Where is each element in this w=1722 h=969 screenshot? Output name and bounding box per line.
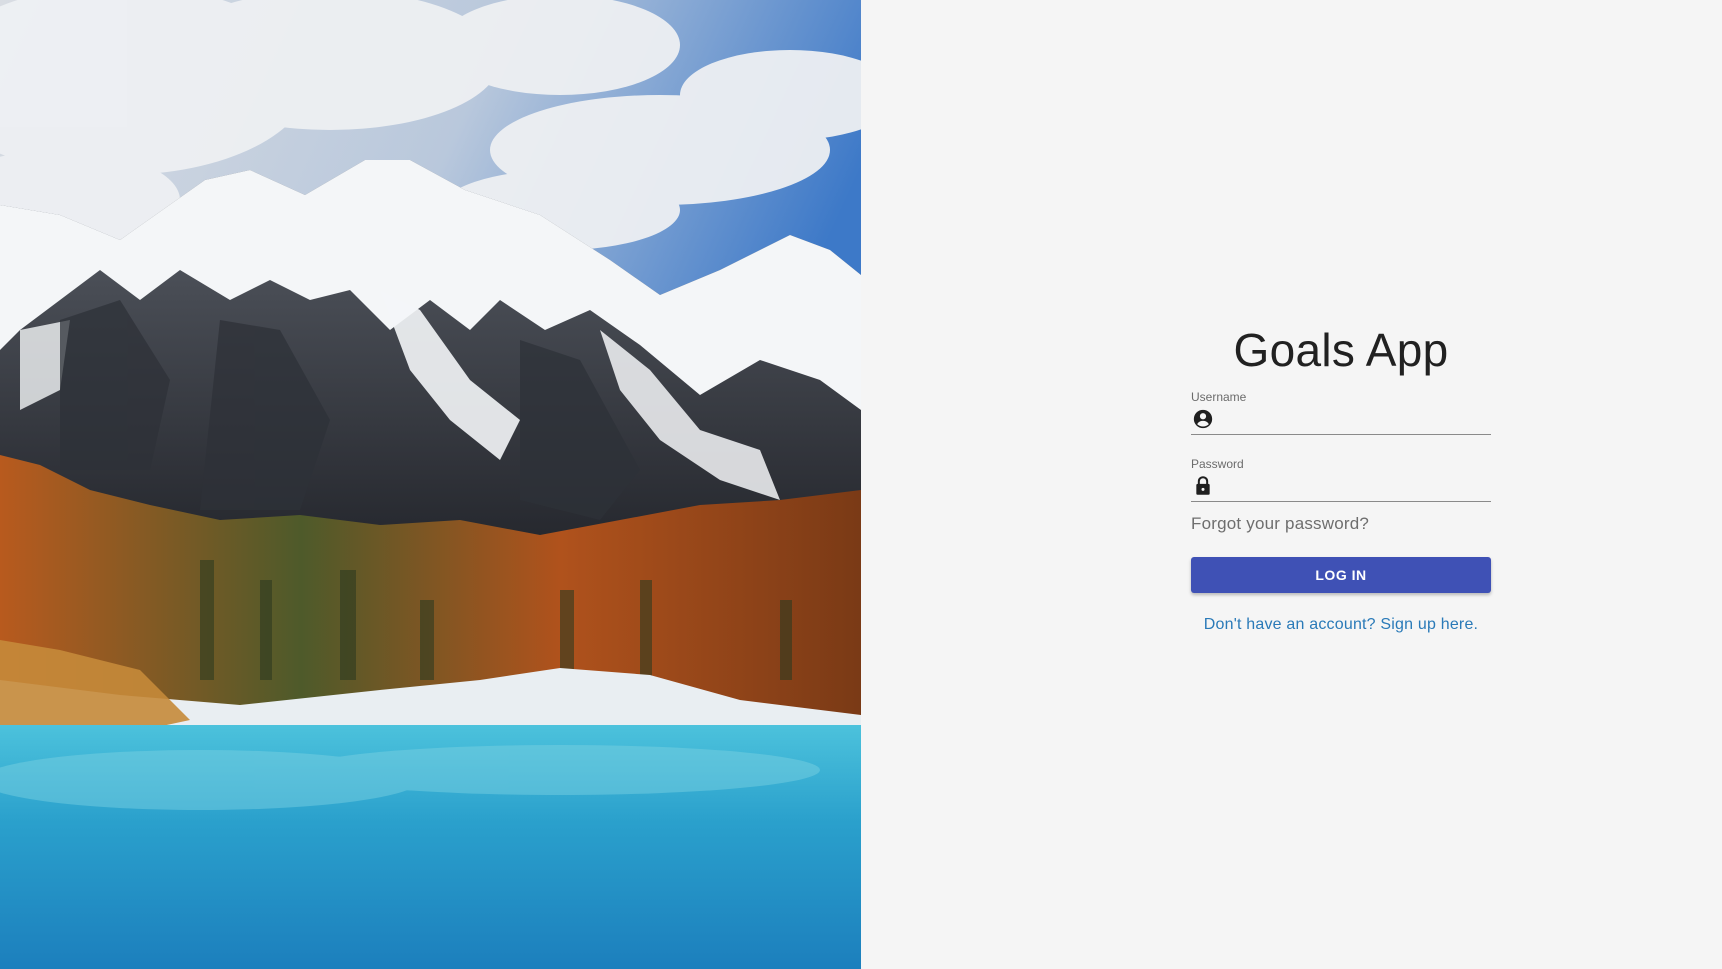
password-input-row: [1191, 471, 1491, 502]
account-circle-icon: [1191, 407, 1215, 431]
signup-link[interactable]: Don't have an account? Sign up here.: [1191, 616, 1491, 634]
lock-icon: [1191, 474, 1215, 498]
app-title: Goals App: [1233, 324, 1449, 376]
mountain-lake-illustration: [0, 0, 861, 969]
username-label: Username: [1191, 390, 1247, 404]
login-form: Goals App Username Password Forgot your …: [1191, 320, 1491, 634]
username-field: Username: [1191, 390, 1491, 435]
forgot-password-link[interactable]: Forgot your password?: [1191, 514, 1369, 534]
password-field: Password: [1191, 457, 1491, 502]
username-input[interactable]: [1215, 405, 1491, 433]
login-button[interactable]: LOG IN: [1191, 557, 1491, 593]
login-panel: Goals App Username Password Forgot your …: [861, 0, 1722, 969]
username-input-row: [1191, 404, 1491, 435]
hero-landscape-image: [0, 0, 861, 969]
password-label: Password: [1191, 457, 1244, 471]
login-page: Goals App Username Password Forgot your …: [0, 0, 1722, 969]
password-input[interactable]: [1215, 472, 1491, 500]
